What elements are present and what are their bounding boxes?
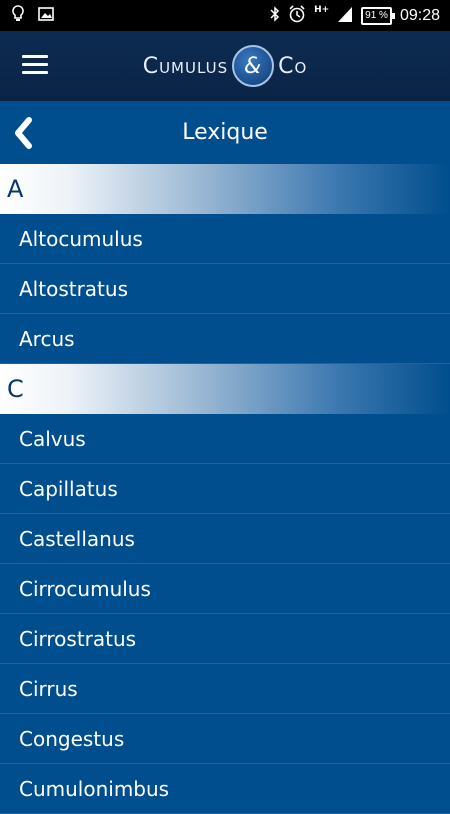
- list-item-label: Cirrostratus: [19, 626, 137, 651]
- signal-icon: [337, 5, 353, 27]
- alarm-icon: [288, 4, 306, 27]
- section-header-c: C: [0, 364, 450, 414]
- list-item[interactable]: Cirrostratus: [0, 614, 450, 664]
- lexicon-list: A Altocumulus Altostratus Arcus C Calvus…: [0, 164, 450, 814]
- back-chevron-icon[interactable]: [10, 115, 36, 151]
- list-item[interactable]: Cirrus: [0, 664, 450, 714]
- status-left: [0, 4, 54, 27]
- logo-text-right: Co: [278, 53, 308, 79]
- title-bar: Lexique: [0, 101, 450, 164]
- list-item-label: Arcus: [19, 326, 75, 351]
- list-item-label: Congestus: [19, 726, 125, 751]
- list-item[interactable]: Congestus: [0, 714, 450, 764]
- status-bar: H+ 91 % 09:28: [0, 0, 450, 31]
- list-item[interactable]: Altostratus: [0, 264, 450, 314]
- app-bar: Cumulus & Co: [0, 31, 450, 101]
- logo-text-left: Cumulus: [142, 53, 229, 79]
- logo-ampersand: &: [232, 45, 275, 87]
- list-item-label: Calvus: [19, 426, 86, 451]
- list-item-label: Castellanus: [19, 526, 135, 551]
- image-icon: [38, 6, 54, 25]
- battery-indicator: 91 %: [361, 6, 395, 25]
- section-letter: C: [7, 375, 24, 403]
- network-type: H+: [314, 5, 330, 15]
- list-item[interactable]: Cirrocumulus: [0, 564, 450, 614]
- section-letter: A: [7, 175, 24, 203]
- list-item-label: Cirrus: [19, 676, 78, 701]
- lightbulb-icon: [12, 4, 24, 27]
- list-item[interactable]: Capillatus: [0, 464, 450, 514]
- status-time: 09:28: [399, 6, 440, 24]
- list-item-label: Altocumulus: [19, 226, 143, 251]
- list-item-label: Altostratus: [19, 276, 128, 301]
- list-item[interactable]: Castellanus: [0, 514, 450, 564]
- list-item-label: Cumulonimbus: [19, 776, 170, 801]
- list-item-label: Cirrocumulus: [19, 576, 151, 601]
- status-right: H+ 91 % 09:28: [270, 4, 450, 27]
- bluetooth-icon: [270, 5, 280, 26]
- section-header-a: A: [0, 164, 450, 214]
- list-item[interactable]: Calvus: [0, 414, 450, 464]
- page-title: Lexique: [182, 120, 268, 145]
- app-logo: Cumulus & Co: [0, 31, 450, 101]
- list-item-label: Capillatus: [19, 476, 118, 501]
- list-item[interactable]: Cumulonimbus: [0, 764, 450, 814]
- list-item[interactable]: Arcus: [0, 314, 450, 364]
- list-item[interactable]: Altocumulus: [0, 214, 450, 264]
